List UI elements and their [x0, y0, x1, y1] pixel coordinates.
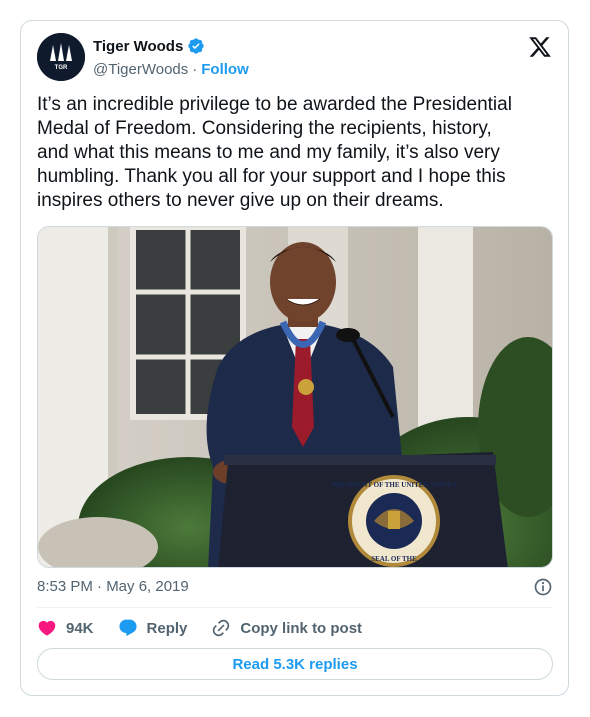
x-logo-icon[interactable] [528, 35, 552, 59]
avatar[interactable]: TGR [37, 33, 85, 81]
like-button[interactable]: 94K [37, 618, 94, 638]
avatar-text: TGR [55, 65, 68, 71]
link-icon [213, 619, 230, 637]
seal-text: PRESIDENT OF THE UNITED STATES [332, 481, 456, 489]
read-replies-button[interactable]: Read 5.3K replies [37, 648, 553, 680]
tweet-photo[interactable]: PRESIDENT OF THE UNITED STATES SEAL OF T… [37, 226, 553, 568]
follow-button[interactable]: Follow [201, 61, 249, 78]
copy-link-button[interactable]: Copy link to post [211, 618, 362, 638]
reply-label: Reply [146, 619, 188, 637]
reply-button[interactable]: Reply [118, 618, 188, 638]
divider [37, 607, 553, 608]
handle-separator: · [192, 61, 198, 78]
author-name[interactable]: Tiger Woods [93, 38, 183, 55]
photo-illustration: PRESIDENT OF THE UNITED STATES SEAL OF T… [38, 227, 552, 567]
copy-link-label: Copy link to post [240, 619, 363, 637]
read-replies-label: Read 5.3K replies [232, 655, 358, 673]
reply-bubble-icon [118, 619, 137, 637]
verified-badge-icon [188, 38, 204, 54]
tweet-timestamp[interactable]: 8:53 PM · May 6, 2019 [37, 578, 189, 595]
tweet-text: It’s an incredible privilege to be award… [37, 94, 512, 211]
info-icon[interactable] [533, 577, 553, 597]
seal-bottom-text: SEAL OF THE [371, 555, 417, 563]
heart-icon [38, 620, 56, 636]
like-count: 94K [66, 619, 94, 637]
tgr-logo-icon: TGR [37, 33, 85, 81]
tweet-card: TGR Tiger Woods @TigerWoods · Follow It’… [20, 20, 569, 696]
author-handle[interactable]: @TigerWoods [93, 61, 188, 78]
